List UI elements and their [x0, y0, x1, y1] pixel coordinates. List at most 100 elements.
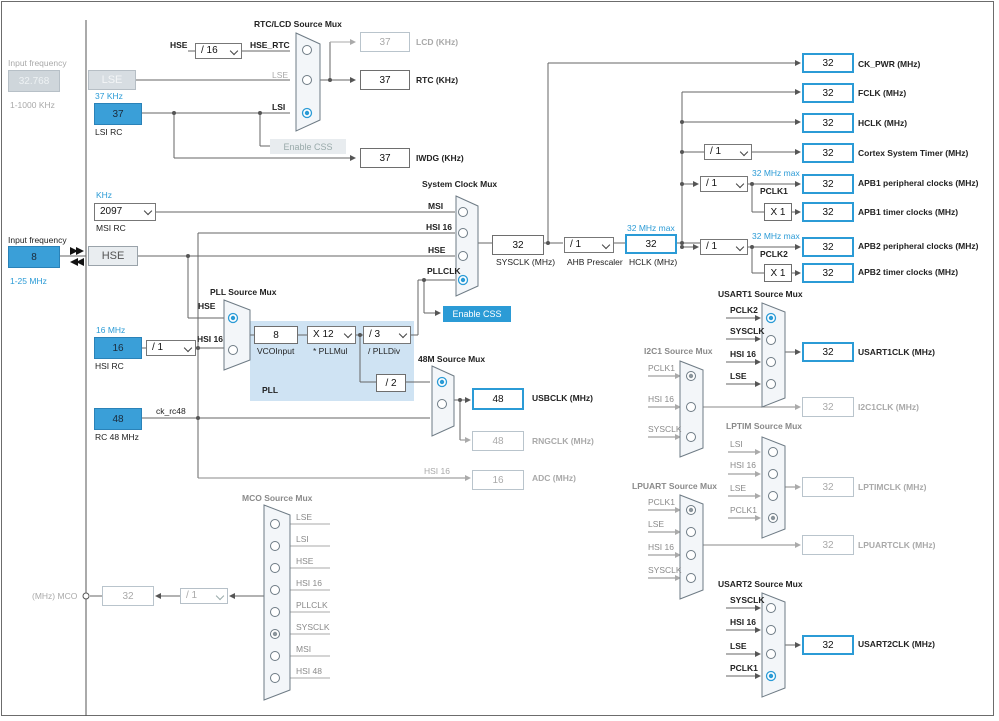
sysmux-hsi16-label: HSI 16	[426, 222, 452, 232]
lsi-rc-value[interactable]: 37	[94, 103, 142, 125]
ck-pwr-output[interactable]: 32	[802, 53, 854, 73]
i2c1clk-output[interactable]: 32	[802, 397, 854, 417]
mco-output[interactable]: 32	[102, 586, 154, 606]
usbclk-output[interactable]: 48	[472, 388, 524, 410]
pll-div-label: / PLLDiv	[368, 346, 401, 356]
rtc-output[interactable]: 37	[360, 70, 410, 90]
lpuart-input-3: SYSCLK	[648, 565, 682, 575]
lpuart-mux-title: LPUART Source Mux	[632, 481, 718, 491]
lptim-input-2: LSE	[730, 483, 747, 493]
apb1-peripheral-label: APB1 peripheral clocks (MHz)	[858, 178, 979, 188]
ahb-prescaler-select[interactable]: / 1	[564, 237, 614, 253]
msi-rc-label: MSI RC	[96, 223, 126, 233]
lptim-input-1: HSI 16	[730, 460, 756, 470]
hclk-label: HCLK (MHz)	[629, 257, 678, 267]
cortex-timer-label: Cortex System Timer (MHz)	[858, 148, 969, 158]
msi-frequency-select[interactable]: 2097	[94, 203, 156, 221]
pll-name: PLL	[262, 385, 279, 395]
mco-divider-select[interactable]: / 1	[180, 588, 228, 604]
apb2-max-label: 32 MHz max	[752, 231, 800, 241]
lpuartclk-output[interactable]: 32	[802, 535, 854, 555]
rtc-hse-divider-select[interactable]: / 16	[195, 43, 242, 59]
apb2-timer-label: APB2 timer clocks (MHz)	[858, 267, 959, 277]
lptim-mux-title: LPTIM Source Mux	[726, 421, 803, 431]
lptim-input-3: PCLK1	[730, 505, 757, 515]
apb2-peripheral-label: APB2 peripheral clocks (MHz)	[858, 241, 979, 251]
lse-range: 1-1000 KHz	[10, 100, 55, 110]
fclk-output[interactable]: 32	[802, 83, 854, 103]
lsi-freq-label: 37 KHz	[95, 91, 123, 101]
usart1-mux-title: USART1 Source Mux	[718, 289, 803, 299]
lpuart-input-0: PCLK1	[648, 497, 675, 507]
pll-vco-label: VCOInput	[257, 346, 295, 356]
apb2-divider-select[interactable]: / 1	[700, 239, 748, 255]
apb1-max-label: 32 MHz max	[752, 168, 800, 178]
adc-label: ADC (MHz)	[532, 473, 576, 483]
lcd-output[interactable]: 37	[360, 32, 410, 52]
pclk1-label: PCLK1	[760, 186, 788, 196]
hse-input-frequency[interactable]: 8	[8, 246, 60, 268]
apb2-timer-output[interactable]: 32	[802, 263, 854, 283]
lse-oscillator[interactable]: LSE	[88, 70, 136, 90]
hsi-freq-label: 16 MHz	[96, 325, 126, 335]
rc48-label: RC 48 MHz	[95, 432, 139, 442]
rtc-lsi-label: LSI	[272, 102, 286, 112]
lsi-rc-label: LSI RC	[95, 127, 123, 137]
apb2-peripheral-output[interactable]: 32	[802, 237, 854, 257]
lptim-input-0: LSI	[730, 439, 743, 449]
hclk-output-label: HCLK (MHz)	[858, 118, 908, 128]
usart1clk-output[interactable]: 32	[802, 342, 854, 362]
usart1-input-1: SYSCLK	[730, 326, 765, 336]
usart2clk-output[interactable]: 32	[802, 635, 854, 655]
usbclk-label: USBCLK (MHz)	[532, 393, 593, 403]
lptimclk-output[interactable]: 32	[802, 477, 854, 497]
adc-output[interactable]: 16	[472, 470, 524, 490]
sysclk-output[interactable]: 32	[492, 235, 544, 255]
sysmux-msi-label: MSI	[428, 201, 444, 211]
hse-oscillator[interactable]: HSE	[88, 246, 138, 266]
hse-rtc-label: HSE_RTC	[250, 40, 290, 50]
mco-input-4: PLLCLK	[296, 600, 328, 610]
lse-input-frequency[interactable]: 32.768	[8, 70, 60, 92]
apb1-peripheral-output[interactable]: 32	[802, 174, 854, 194]
mco-mux-title: MCO Source Mux	[242, 493, 313, 503]
sysmux-pllclk-label: PLLCLK	[427, 266, 461, 276]
iwdg-output[interactable]: 37	[360, 148, 410, 168]
usart2-input-1: HSI 16	[730, 617, 756, 627]
mco-input-5: SYSCLK	[296, 622, 330, 632]
apb1-divider-select[interactable]: / 1	[700, 176, 748, 192]
mco-input-3: HSI 16	[296, 578, 322, 588]
rtc-hse-label: HSE	[170, 40, 188, 50]
pll-hse-label: HSE	[198, 301, 216, 311]
pll-source-mux-title: PLL Source Mux	[210, 287, 277, 297]
sys-enable-css-button[interactable]: Enable CSS	[443, 306, 511, 322]
hsi-divider-select[interactable]: / 1	[146, 340, 196, 356]
pll-vco-input[interactable]: 8	[254, 326, 298, 344]
pll-mul-select[interactable]: X 12	[307, 326, 356, 344]
mco-input-7: HSI 48	[296, 666, 322, 676]
hse-range: 1-25 MHz	[10, 276, 47, 286]
lpuart-input-2: HSI 16	[648, 542, 674, 552]
pll-div-select[interactable]: / 3	[363, 326, 411, 344]
pll-usb-divider[interactable]: / 2	[376, 374, 406, 392]
cortex-divider-select[interactable]: / 1	[704, 144, 752, 160]
usart2-mux-title: USART2 Source Mux	[718, 579, 803, 589]
mco-input-1: LSI	[296, 534, 309, 544]
hclk-output[interactable]: 32	[802, 113, 854, 133]
lcd-output-label: LCD (KHz)	[416, 37, 459, 47]
rngclk-output[interactable]: 48	[472, 431, 524, 451]
apb2-timer-multiplier[interactable]: X 1	[764, 264, 792, 282]
cortex-timer-output[interactable]: 32	[802, 143, 854, 163]
apb1-timer-multiplier[interactable]: X 1	[764, 203, 792, 221]
apb1-timer-output[interactable]: 32	[802, 202, 854, 222]
rc48-value[interactable]: 48	[94, 408, 142, 430]
rtc-output-label: RTC (KHz)	[416, 75, 459, 85]
pll-mul-label: * PLLMul	[313, 346, 348, 356]
usart2-input-2: LSE	[730, 641, 747, 651]
apb1-timer-label: APB1 timer clocks (MHz)	[858, 207, 959, 217]
hclk-value[interactable]: 32	[625, 234, 677, 254]
rtc-enable-css-button[interactable]: Enable CSS	[270, 139, 346, 154]
usart1clk-label: USART1CLK (MHz)	[858, 347, 935, 357]
i2c1clk-label: I2C1CLK (MHz)	[858, 402, 919, 412]
hsi-rc-value[interactable]: 16	[94, 337, 142, 359]
